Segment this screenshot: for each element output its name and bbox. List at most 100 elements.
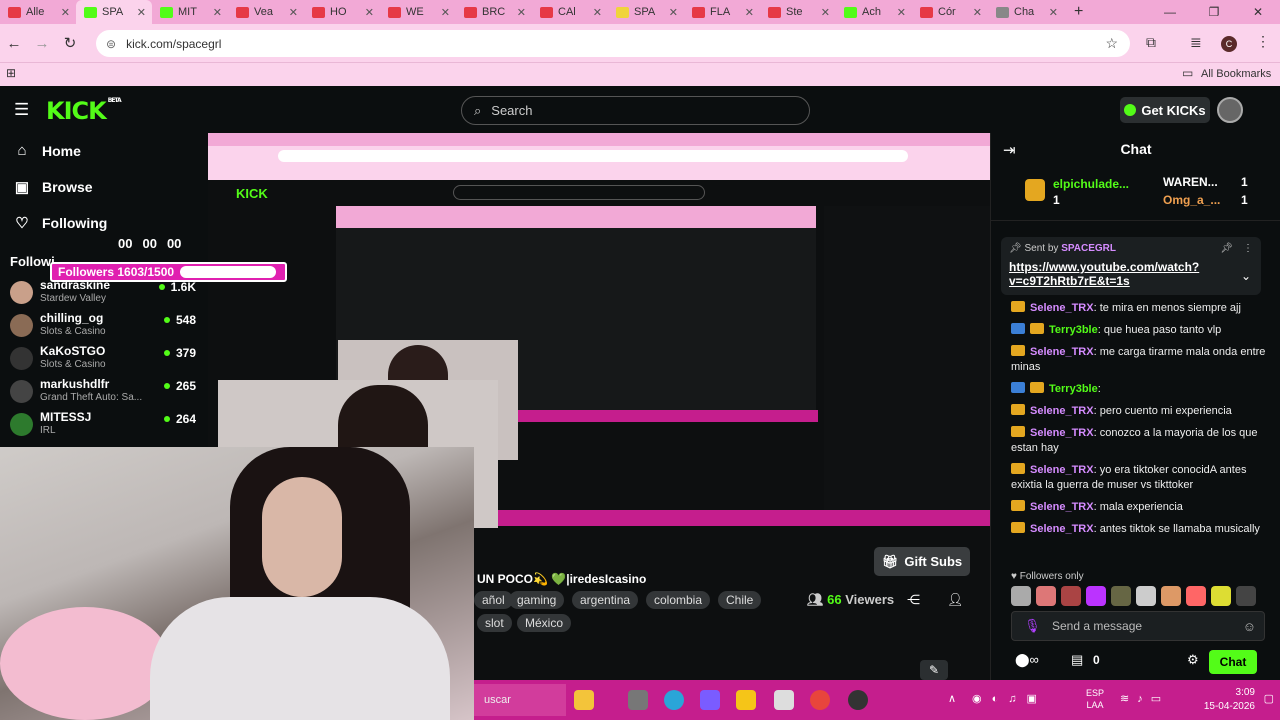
- pinned-user[interactable]: SPACEGRL: [1061, 243, 1116, 254]
- chat-username[interactable]: Selene_TRX: [1030, 405, 1094, 417]
- leaderboard-name[interactable]: Omg_a_...: [1163, 193, 1220, 207]
- browser-tab[interactable]: Cór ✕: [912, 0, 988, 24]
- tab-close-icon[interactable]: ✕: [669, 6, 678, 19]
- browser-tab[interactable]: WE ✕: [380, 0, 456, 24]
- browser-tab[interactable]: SPA ✕: [76, 0, 152, 24]
- chat-username[interactable]: Selene_TRX: [1030, 501, 1094, 513]
- search-input[interactable]: ⌕ Search: [461, 96, 810, 125]
- user-avatar[interactable]: [1217, 97, 1243, 123]
- emoji-icon[interactable]: ☺: [1243, 619, 1256, 634]
- share-icon[interactable]: ⋲: [907, 592, 920, 608]
- chat-username[interactable]: Terry3ble: [1049, 324, 1098, 336]
- browser-tab[interactable]: HO ✕: [304, 0, 380, 24]
- tab-close-icon[interactable]: ✕: [593, 6, 602, 19]
- tag[interactable]: México: [517, 614, 572, 632]
- bookmark-star-icon[interactable]: ☆: [1105, 35, 1118, 52]
- browser-menu-icon[interactable]: ⋮: [1256, 33, 1270, 50]
- get-kicks-button[interactable]: Get KICKs: [1120, 97, 1210, 123]
- file-explorer-icon[interactable]: [736, 690, 756, 710]
- language-indicator[interactable]: ESP LAA: [1086, 687, 1104, 711]
- site-info-icon[interactable]: ⊜: [106, 37, 116, 51]
- gift-subs-button[interactable]: 🎁︎ Gift Subs: [874, 547, 970, 576]
- all-bookmarks-link[interactable]: All Bookmarks: [1201, 68, 1271, 80]
- browser-tab[interactable]: MIT ✕: [152, 0, 228, 24]
- tab-close-icon[interactable]: ✕: [441, 6, 450, 19]
- sidebar-channel[interactable]: sandraskine Stardew Valley 1.6K: [10, 278, 200, 308]
- sidebar-item-home[interactable]: ⌂ Home: [14, 142, 80, 159]
- tag[interactable]: Chile: [718, 591, 762, 609]
- chat-send-button[interactable]: Chat: [1209, 650, 1257, 674]
- mic-icon[interactable]: 🎙︎: [1024, 618, 1041, 634]
- emote[interactable]: [1211, 586, 1231, 606]
- browser-tab[interactable]: Vea ✕: [228, 0, 304, 24]
- tab-close-icon[interactable]: ✕: [745, 6, 754, 19]
- sidebar-channel[interactable]: KaKoSTGO Slots & Casino 379: [10, 344, 200, 374]
- tag[interactable]: slot: [477, 614, 512, 632]
- leaderboard-name[interactable]: WAREN...: [1163, 175, 1218, 189]
- chat-username[interactable]: Terry3ble: [1049, 383, 1098, 395]
- unpin-icon[interactable]: 📌︎: [1220, 243, 1233, 254]
- apps-grid-icon[interactable]: ⊞: [6, 66, 16, 80]
- emote[interactable]: [1011, 586, 1031, 606]
- network-volume-icons[interactable]: ≋♪▭: [1120, 692, 1169, 705]
- browser-tab[interactable]: SPA ✕: [608, 0, 684, 24]
- close-window-icon[interactable]: ✕: [1236, 0, 1280, 24]
- emote[interactable]: [1186, 586, 1206, 606]
- new-tab-button[interactable]: +: [1074, 3, 1083, 21]
- emote[interactable]: [1036, 586, 1056, 606]
- chat-username[interactable]: Selene_TRX: [1030, 427, 1094, 439]
- sidebar-channel[interactable]: chilling_og Slots & Casino 548: [10, 311, 200, 341]
- edge-icon[interactable]: [664, 690, 684, 710]
- url-field[interactable]: ⊜ kick.com/spacegrl ☆: [96, 30, 1130, 57]
- forward-icon[interactable]: →: [28, 35, 56, 52]
- reload-icon[interactable]: ↻: [56, 34, 84, 52]
- tab-close-icon[interactable]: ✕: [289, 6, 298, 19]
- tag[interactable]: gaming: [509, 591, 565, 609]
- send-message-input[interactable]: 🎙︎ Send a message ☺: [1011, 611, 1265, 641]
- tab-close-icon[interactable]: ✕: [821, 6, 830, 19]
- tab-close-icon[interactable]: ✕: [213, 6, 222, 19]
- emote[interactable]: [1161, 586, 1181, 606]
- chat-username[interactable]: Selene_TRX: [1030, 523, 1094, 535]
- chat-username[interactable]: Selene_TRX: [1030, 464, 1094, 476]
- kicks-icon[interactable]: ⬤∞: [1015, 652, 1039, 668]
- follow-user-icon[interactable]: 👤︎: [947, 592, 964, 608]
- emote[interactable]: [1086, 586, 1106, 606]
- tab-close-icon[interactable]: ✕: [973, 6, 982, 19]
- kick-logo[interactable]: KICK BETA: [46, 97, 122, 125]
- pinned-message[interactable]: 📌︎ Sent by SPACEGRL 📌︎ ⋮ https://www.youtu…: [1001, 237, 1261, 295]
- browser-tab[interactable]: Ste ✕: [760, 0, 836, 24]
- emote[interactable]: [1111, 586, 1131, 606]
- emote[interactable]: [1236, 586, 1256, 606]
- sidebar-item-browse[interactable]: ▣ Browse: [14, 178, 93, 196]
- emote[interactable]: [1136, 586, 1156, 606]
- restore-icon[interactable]: ❐: [1192, 0, 1236, 24]
- profile-avatar[interactable]: C: [1221, 36, 1237, 52]
- obs-icon[interactable]: [848, 690, 868, 710]
- extensions-icon[interactable]: ⧉: [1146, 34, 1156, 51]
- tab-close-icon[interactable]: ✕: [365, 6, 374, 19]
- browser-tab[interactable]: CAl ✕: [532, 0, 608, 24]
- chrome-icon[interactable]: [810, 690, 830, 710]
- notification-icon[interactable]: ▢: [1264, 692, 1274, 705]
- more-options-icon[interactable]: ⋮: [1243, 243, 1253, 254]
- tab-close-icon[interactable]: ✕: [517, 6, 526, 19]
- tag[interactable]: añol: [474, 591, 513, 609]
- emote[interactable]: [1061, 586, 1081, 606]
- browser-tab[interactable]: FLA ✕: [684, 0, 760, 24]
- hamburger-menu-icon[interactable]: ☰: [14, 100, 29, 120]
- tab-close-icon[interactable]: ✕: [61, 6, 70, 19]
- chat-settings-icon[interactable]: ⚙: [1187, 652, 1199, 668]
- edit-icon[interactable]: ✎: [920, 660, 948, 680]
- back-icon[interactable]: ←: [0, 35, 28, 52]
- tab-close-icon[interactable]: ✕: [137, 6, 146, 19]
- taskbar-search[interactable]: uscar: [474, 684, 566, 716]
- chat-username[interactable]: Selene_TRX: [1030, 346, 1094, 358]
- browser-tab[interactable]: Alle ✕: [0, 0, 76, 24]
- sidebar-channel[interactable]: markushdlfr Grand Theft Auto: Sa... 265: [10, 377, 200, 407]
- browser-tab[interactable]: BRC ✕: [456, 0, 532, 24]
- gift-box-icon[interactable]: ▤: [1071, 652, 1083, 668]
- sidebar-channel[interactable]: MITESSJ IRL 264: [10, 410, 200, 440]
- browser-tab[interactable]: Ach ✕: [836, 0, 912, 24]
- clock[interactable]: 3:09 15-04-2026: [1204, 686, 1255, 714]
